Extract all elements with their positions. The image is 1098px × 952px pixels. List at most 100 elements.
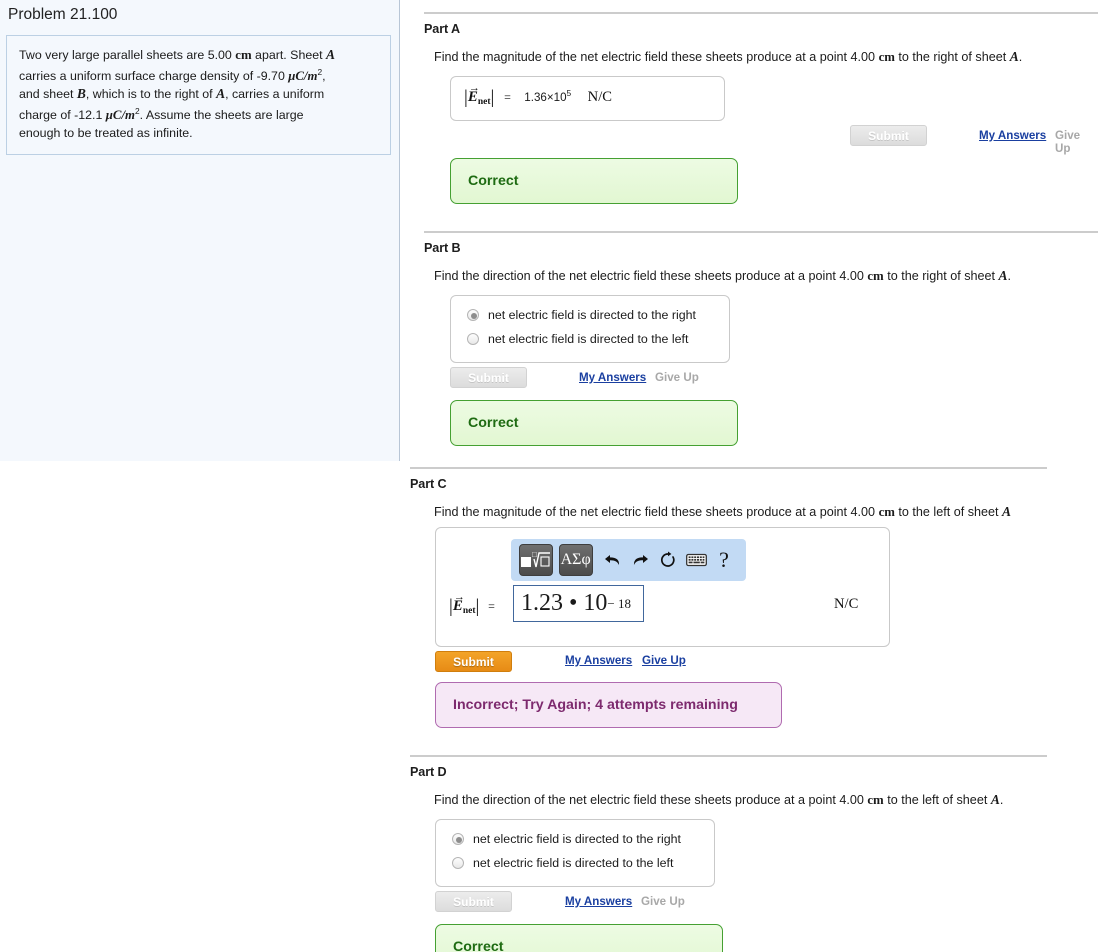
undo-icon[interactable]: [599, 544, 627, 576]
statement-text-7: , carries a uniform: [225, 87, 325, 102]
part-a-answer-value: 1.36×105: [524, 88, 572, 104]
greek-symbols-label: ΑΣφ: [560, 551, 591, 568]
redo-icon[interactable]: [626, 544, 654, 576]
undo-glyph: [604, 554, 620, 565]
part-c-answer-box: □ ΑΣφ ? | → Enet| = 1.23 • 10 − 18 N/C: [435, 527, 890, 647]
part-b-question-sheet: A: [998, 268, 1008, 283]
part-d-question-sheet: A: [990, 792, 1000, 807]
part-a-answer-box: | → Enet| = 1.36×105 N/C: [450, 76, 725, 121]
unit-microcoulomb-1: μC/m: [288, 69, 318, 84]
math-template-icon[interactable]: □: [519, 544, 553, 576]
part-d-question-unit: cm: [867, 793, 884, 807]
part-c-question-unit: cm: [878, 505, 895, 519]
statement-text-9: . Assume the sheets are large: [139, 108, 304, 123]
part-b-feedback-banner: Correct: [450, 400, 738, 446]
part-b-question-post: to the right of sheet: [883, 269, 999, 283]
greek-symbols-button[interactable]: ΑΣφ: [558, 544, 593, 576]
part-b-label: Part B: [424, 241, 461, 255]
part-a-my-answers-link[interactable]: My Answers: [979, 129, 1046, 142]
part-a-unit: N/C: [587, 89, 612, 105]
part-d-feedback-banner: Correct: [435, 924, 723, 952]
part-d-answer-box: net electric field is directed to the ri…: [435, 819, 715, 887]
svg-text:□: □: [532, 550, 537, 559]
reset-icon[interactable]: [654, 544, 682, 576]
part-d-question-pre: Find the direction of the net electric f…: [434, 793, 868, 807]
help-icon[interactable]: ?: [710, 544, 738, 576]
keyboard-icon[interactable]: [682, 544, 710, 576]
part-d-divider: [410, 755, 1047, 757]
part-c-answer-input[interactable]: 1.23 • 10− 18: [513, 585, 644, 622]
part-a-submit-button[interactable]: Submit: [850, 125, 927, 146]
statement-text-4: ,: [322, 69, 326, 84]
unit-cm: cm: [235, 48, 252, 62]
part-d-radio-left[interactable]: [452, 857, 464, 869]
parts-column: Part A Find the magnitude of the net ele…: [400, 0, 1098, 952]
statement-text-6: , which is to the right of: [85, 87, 217, 102]
abs-bar-right: |: [490, 87, 495, 108]
reset-glyph: [661, 551, 675, 567]
part-b-option-right[interactable]: net electric field is directed to the ri…: [467, 308, 696, 322]
part-c-unit: N/C: [834, 596, 859, 612]
part-b-radio-right[interactable]: [467, 309, 479, 321]
part-b-option-left[interactable]: net electric field is directed to the le…: [467, 332, 688, 346]
part-d-submit-button[interactable]: Submit: [435, 891, 512, 912]
part-a-question-end: .: [1018, 50, 1023, 64]
problem-panel: Problem 21.100 Two very large parallel s…: [0, 0, 400, 461]
part-d-option-left[interactable]: net electric field is directed to the le…: [452, 856, 673, 870]
part-c-equals: =: [488, 599, 495, 613]
statement-text-3: carries a uniform surface charge density…: [19, 69, 289, 84]
part-d-question: Find the direction of the net electric f…: [434, 792, 1003, 808]
part-d-option-left-label: net electric field is directed to the le…: [473, 856, 674, 870]
redo-glyph: [633, 554, 648, 565]
part-a-answer-exponent: 5: [566, 88, 572, 99]
problem-statement: Two very large parallel sheets are 5.00 …: [6, 35, 391, 155]
part-c-my-answers-link[interactable]: My Answers: [565, 654, 632, 667]
statement-text-10: enough to be treated as infinite.: [19, 125, 193, 140]
part-c-feedback-banner: Incorrect; Try Again; 4 attempts remaini…: [435, 682, 782, 728]
part-c-question-sheet: A: [1002, 504, 1012, 519]
part-c-submit-button[interactable]: Submit: [435, 651, 512, 672]
part-b-my-answers-link[interactable]: My Answers: [579, 371, 646, 384]
part-d-my-answers-link[interactable]: My Answers: [565, 895, 632, 908]
sheet-a-symbol: A: [326, 47, 336, 62]
part-b-question: Find the direction of the net electric f…: [434, 268, 1011, 284]
statement-text-5: and sheet: [19, 87, 77, 102]
part-c-give-up-link[interactable]: Give Up: [642, 654, 686, 667]
part-c-equation-label: | → Enet|: [449, 591, 483, 617]
part-a-label: Part A: [424, 22, 461, 36]
part-a-question-sheet: A: [1009, 49, 1019, 64]
part-b-question-end: .: [1007, 269, 1012, 283]
part-b-question-unit: cm: [867, 269, 884, 283]
part-c-question-pre: Find the magnitude of the net electric f…: [434, 505, 879, 519]
page-title: Problem 21.100: [8, 6, 118, 23]
part-a-question-post: to the right of sheet: [894, 50, 1010, 64]
part-c-input-exponent: − 18: [607, 595, 631, 611]
part-d-option-right[interactable]: net electric field is directed to the ri…: [452, 832, 681, 846]
net-subscript: net: [477, 97, 491, 107]
part-b-option-right-label: net electric field is directed to the ri…: [488, 308, 696, 322]
problem-page: Problem 21.100 Two very large parallel s…: [0, 0, 1098, 952]
part-b-radio-left[interactable]: [467, 333, 479, 345]
part-a-equals: =: [504, 90, 511, 104]
part-b-question-pre: Find the direction of the net electric f…: [434, 269, 868, 283]
part-a-answer-mantissa: 1.36×10: [524, 91, 567, 104]
statement-text-1: Two very large parallel sheets are 5.00: [19, 48, 236, 62]
part-d-question-end: .: [999, 793, 1004, 807]
e-vector-symbol: → E: [468, 82, 480, 106]
part-d-give-up-link: Give Up: [641, 895, 685, 908]
part-b-submit-button[interactable]: Submit: [450, 367, 527, 388]
part-a-equation-label: | → Enet|: [464, 82, 498, 108]
part-c-question: Find the magnitude of the net electric f…: [434, 504, 1011, 520]
sheet-b-symbol: B: [76, 86, 86, 102]
part-b-option-left-label: net electric field is directed to the le…: [488, 332, 689, 346]
part-d-label: Part D: [410, 765, 447, 779]
part-c-divider: [410, 467, 1047, 469]
keyboard-glyph: [685, 553, 707, 567]
part-d-radio-right[interactable]: [452, 833, 464, 845]
unit-microcoulomb-2: μC/m: [105, 108, 135, 123]
vector-arrow-icon-c: →: [453, 591, 465, 603]
abs-bar-right-c: |: [475, 596, 480, 617]
part-c-input-mantissa: 1.23 • 10: [521, 590, 608, 616]
math-template-glyph: □: [521, 550, 551, 567]
part-b-divider: [424, 231, 1098, 233]
